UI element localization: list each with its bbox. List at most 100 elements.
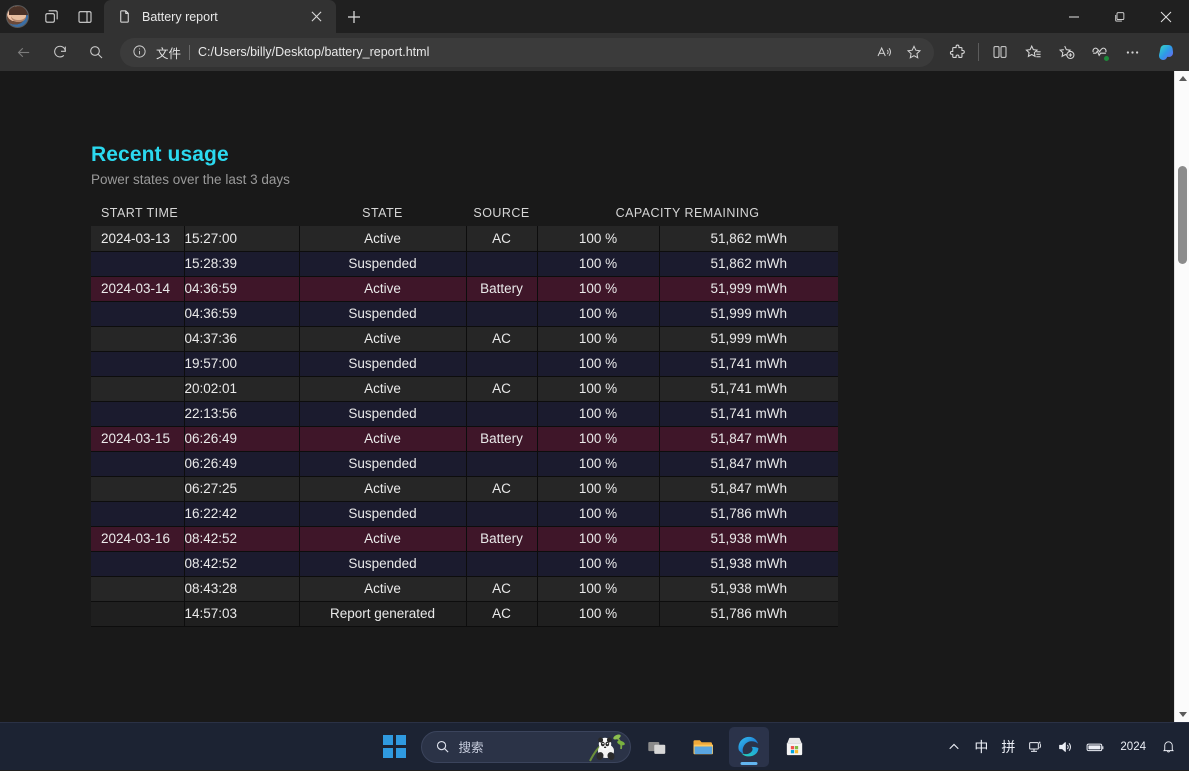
ime-mode-indicator[interactable]: 中 (969, 727, 993, 767)
cell-state: Suspended (299, 351, 466, 376)
cell-capacity: 51,938 mWh (659, 551, 838, 576)
add-to-collections-icon[interactable] (1050, 37, 1082, 67)
info-circle-icon[interactable] (132, 44, 148, 60)
microsoft-store-button[interactable] (775, 727, 815, 767)
ime-pinyin-indicator[interactable]: 拼 (996, 727, 1020, 767)
panda-illustration-icon (586, 731, 626, 763)
cell-percent: 100 % (537, 476, 659, 501)
windows-taskbar: 搜索 (0, 722, 1189, 770)
page-subtitle: Power states over the last 3 days (91, 172, 1174, 187)
cell-source (466, 451, 537, 476)
address-bar[interactable]: 文件 C:/Users/billy/Desktop/battery_report… (120, 38, 934, 67)
cell-state: Active (299, 226, 466, 251)
read-aloud-icon[interactable] (870, 40, 898, 65)
cell-capacity: 51,741 mWh (659, 376, 838, 401)
cell-source: AC (466, 226, 537, 251)
cell-percent: 100 % (537, 251, 659, 276)
cell-state: Active (299, 426, 466, 451)
search-button[interactable] (78, 37, 113, 67)
cell-date: 2024-03-13 (91, 226, 184, 251)
favorite-star-icon[interactable] (900, 40, 928, 65)
scroll-down-button[interactable] (1175, 707, 1189, 722)
cell-source: AC (466, 326, 537, 351)
window-controls (1051, 0, 1189, 33)
table-row: 04:37:36ActiveAC100 %51,999 mWh (91, 326, 838, 351)
cell-time: 04:37:36 (184, 326, 299, 351)
cell-source: AC (466, 476, 537, 501)
cell-date (91, 476, 184, 501)
close-icon[interactable] (305, 6, 327, 28)
profile-button[interactable] (0, 0, 34, 33)
browser-toolbar: 文件 C:/Users/billy/Desktop/battery_report… (0, 33, 1189, 71)
cell-source (466, 501, 537, 526)
tab-strip: Battery report (0, 0, 1189, 33)
cell-state: Active (299, 276, 466, 301)
taskbar-search-box[interactable]: 搜索 (421, 731, 631, 763)
cell-date (91, 301, 184, 326)
cell-capacity: 51,999 mWh (659, 301, 838, 326)
column-header-state: STATE (299, 206, 466, 226)
cell-source: AC (466, 376, 537, 401)
minimize-button[interactable] (1051, 0, 1097, 33)
cell-date (91, 251, 184, 276)
url-scheme-label: 文件 (156, 43, 181, 62)
collections-icon[interactable] (1017, 37, 1049, 67)
page-scrollbar[interactable] (1174, 71, 1189, 722)
clock-date[interactable]: 2024 (1113, 741, 1153, 753)
tab-battery-report[interactable]: Battery report (104, 0, 336, 33)
notification-bell-icon[interactable] (1156, 727, 1181, 767)
split-screen-icon[interactable] (984, 37, 1016, 67)
network-icon[interactable] (1023, 727, 1049, 767)
cell-capacity: 51,999 mWh (659, 326, 838, 351)
cell-capacity: 51,862 mWh (659, 251, 838, 276)
copilot-icon[interactable] (1149, 37, 1183, 67)
new-tab-button[interactable] (336, 0, 372, 33)
tray-overflow-button[interactable] (942, 727, 966, 767)
cell-date (91, 501, 184, 526)
cell-time: 15:27:00 (184, 226, 299, 251)
cell-state: Active (299, 576, 466, 601)
cell-percent: 100 % (537, 601, 659, 626)
omnibox-actions (870, 40, 928, 65)
file-explorer-button[interactable] (683, 727, 723, 767)
maximize-button[interactable] (1097, 0, 1143, 33)
battery-icon[interactable] (1081, 727, 1110, 767)
table-row: 2024-03-1315:27:00ActiveAC100 %51,862 mW… (91, 226, 838, 251)
page-title: Recent usage (91, 143, 1174, 167)
back-button[interactable] (6, 37, 41, 67)
settings-more-icon[interactable] (1116, 37, 1148, 67)
close-button[interactable] (1143, 0, 1189, 33)
scroll-up-button[interactable] (1175, 71, 1189, 86)
cell-date (91, 451, 184, 476)
cell-percent: 100 % (537, 426, 659, 451)
table-row: 14:57:03Report generatedAC100 %51,786 mW… (91, 601, 838, 626)
volume-icon[interactable] (1052, 727, 1078, 767)
cell-capacity: 51,786 mWh (659, 601, 838, 626)
refresh-button[interactable] (42, 37, 77, 67)
browser-sidebar-button[interactable] (68, 0, 102, 33)
url-text[interactable]: C:/Users/billy/Desktop/battery_report.ht… (198, 45, 862, 59)
omnibox-divider (189, 45, 190, 60)
cell-capacity: 51,938 mWh (659, 526, 838, 551)
start-button[interactable] (375, 727, 415, 767)
search-icon (435, 739, 450, 754)
table-body: 2024-03-1315:27:00ActiveAC100 %51,862 mW… (91, 226, 838, 626)
cell-state: Suspended (299, 551, 466, 576)
page-viewport: Recent usage Power states over the last … (0, 71, 1189, 722)
browser-essentials-icon[interactable] (1083, 37, 1115, 67)
copilot-pages-button[interactable] (34, 0, 68, 33)
scrollbar-thumb[interactable] (1178, 166, 1187, 264)
table-row: 20:02:01ActiveAC100 %51,741 mWh (91, 376, 838, 401)
extensions-icon[interactable] (941, 37, 973, 67)
edge-browser-button[interactable] (729, 727, 769, 767)
cell-state: Suspended (299, 251, 466, 276)
task-view-button[interactable] (637, 727, 677, 767)
document-icon (117, 9, 133, 25)
cell-capacity: 51,847 mWh (659, 451, 838, 476)
cell-capacity: 51,862 mWh (659, 226, 838, 251)
cell-date: 2024-03-14 (91, 276, 184, 301)
cell-date (91, 551, 184, 576)
cell-percent: 100 % (537, 301, 659, 326)
table-row: 22:13:56Suspended100 %51,741 mWh (91, 401, 838, 426)
chevron-down-icon (1179, 712, 1187, 717)
